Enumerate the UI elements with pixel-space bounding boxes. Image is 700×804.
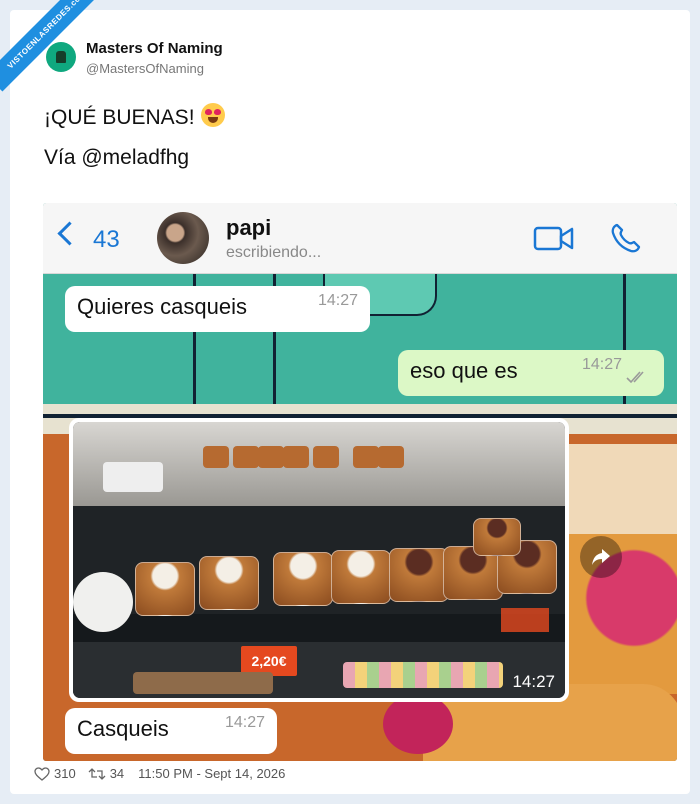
chat-background: Quieres casqueis 14:27 eso que es 14:27 — [43, 274, 677, 761]
forward-icon — [592, 549, 610, 565]
pastry-display-photo[interactable]: 2,20€ 14:27 — [73, 422, 565, 698]
author-avatar[interactable] — [46, 42, 76, 72]
author-name[interactable]: Masters Of Naming — [86, 40, 223, 57]
forward-button[interactable] — [580, 536, 622, 578]
heart-icon[interactable] — [34, 766, 50, 781]
heart-eyes-emoji-icon — [200, 103, 225, 127]
like-count: 310 — [54, 766, 76, 781]
retweet-count: 34 — [109, 766, 125, 781]
tweet-footer: 310 34 11:50 PM - Sept 14, 2026 — [34, 766, 289, 781]
phone-call-icon[interactable] — [609, 221, 643, 255]
message-in[interactable]: Casqueis 14:27 — [65, 708, 277, 754]
contact-avatar[interactable] — [157, 212, 209, 264]
message-in[interactable]: Quieres casqueis 14:27 — [65, 286, 370, 332]
chat-header: 43 papi escribiendo... — [43, 203, 677, 274]
contact-name[interactable]: papi — [226, 215, 271, 241]
back-count[interactable]: 43 — [93, 226, 120, 254]
photo-time: 14:27 — [512, 672, 555, 691]
tweet-card: Masters Of Naming @MastersOfNaming ¡QUÉ … — [10, 10, 690, 794]
contact-status: escribiendo... — [226, 244, 322, 261]
author-handle[interactable]: @MastersOfNaming — [86, 61, 204, 76]
read-check-icon — [626, 371, 644, 384]
message-text: Quieres casqueis — [77, 294, 247, 319]
tweet-text-line2: Vía @meladfhg — [44, 146, 190, 169]
video-call-icon[interactable] — [533, 225, 575, 253]
message-time: 14:27 — [581, 356, 622, 373]
tweet-text-line1: ¡QUÉ BUENAS! — [44, 103, 225, 130]
message-time: 14:27 — [224, 714, 265, 731]
message-text: Casqueis — [77, 716, 169, 741]
back-chevron-icon[interactable] — [57, 221, 82, 246]
message-out[interactable]: eso que es 14:27 — [398, 350, 664, 396]
retweet-icon[interactable] — [88, 767, 106, 781]
tweet-timestamp[interactable]: 11:50 PM - Sept 14, 2026 — [138, 766, 285, 781]
photo-message[interactable]: 2,20€ 14:27 — [69, 418, 569, 702]
message-text: eso que es — [410, 358, 518, 383]
message-time: 14:27 — [317, 292, 358, 309]
chat-screenshot: 43 papi escribiendo... Quieres casqueis … — [43, 203, 677, 761]
